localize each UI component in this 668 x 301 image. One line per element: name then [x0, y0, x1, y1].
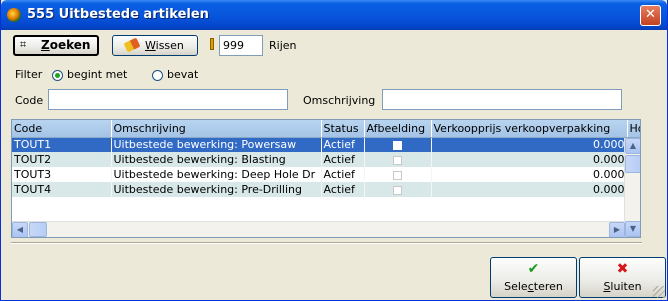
- filter-starts-label: begint met: [67, 68, 128, 81]
- image-checkbox[interactable]: [393, 140, 402, 150]
- scroll-down-arrow-icon[interactable]: ▼: [625, 221, 640, 237]
- description-label: Omschrijving: [303, 94, 376, 107]
- cell-code: TOUT3: [12, 167, 112, 182]
- table-row[interactable]: TOUT2 Uitbestede bewerking: Blasting Act…: [12, 152, 640, 167]
- cell-code: TOUT4: [12, 182, 112, 197]
- window-title: 555 Uitbestede artikelen: [27, 7, 209, 22]
- column-header-image[interactable]: Afbeelding: [364, 120, 432, 138]
- search-button-label-accel: Z: [41, 38, 50, 52]
- table-row[interactable]: TOUT1 Uitbestede bewerking: Powersaw Act…: [12, 137, 640, 152]
- dialog-window: 555 Uitbestede artikelen ✕ ⌗ Zoeken Wiss…: [0, 0, 668, 301]
- cell-code: TOUT2: [12, 152, 112, 167]
- cell-price: 0.000: [431, 152, 628, 167]
- image-checkbox[interactable]: [393, 185, 402, 195]
- clear-button-label-post: issen: [155, 39, 184, 52]
- column-header-main[interactable]: Hoofd: [627, 120, 640, 138]
- cell-description: Uitbestede bewerking: Blasting: [111, 152, 322, 167]
- clear-button[interactable]: Wissen: [112, 35, 198, 56]
- select-button[interactable]: ✔ Selecteren: [490, 257, 577, 298]
- title-bar[interactable]: 555 Uitbestede artikelen ✕: [1, 0, 667, 30]
- scroll-up-arrow-icon[interactable]: ▲: [625, 138, 640, 154]
- cell-description: Uitbestede bewerking: Powersaw: [111, 137, 322, 152]
- vertical-scroll-thumb[interactable]: [625, 155, 640, 173]
- cell-description: Uitbestede bewerking: Deep Hole Dr: [111, 167, 322, 182]
- column-header-price[interactable]: Verkoopprijs verkoopverpakking: [431, 120, 628, 138]
- window-close-button[interactable]: ✕: [640, 5, 661, 26]
- cell-price: 0.000: [431, 167, 628, 182]
- close-icon: ✕: [645, 7, 656, 22]
- cell-image: [364, 182, 432, 197]
- horizontal-scrollbar[interactable]: ◀ ▶: [12, 221, 625, 237]
- divider: [11, 242, 642, 244]
- filter-starts-radio[interactable]: [52, 70, 63, 81]
- cell-image: [364, 152, 432, 167]
- binoculars-icon: ⌗: [20, 38, 27, 51]
- eraser-icon: [123, 37, 141, 53]
- image-checkbox[interactable]: [393, 170, 402, 180]
- green-check-icon: ✔: [527, 261, 540, 277]
- cell-status: Actief: [321, 152, 365, 167]
- filter-contains-radio[interactable]: [152, 70, 163, 81]
- cell-status: Actief: [321, 167, 365, 182]
- search-button[interactable]: ⌗ Zoeken: [13, 35, 99, 56]
- grid-header-row: Code Omschrijving Status Afbeelding Verk…: [12, 120, 640, 138]
- cell-description: Uitbestede bewerking: Pre-Drilling: [111, 182, 322, 197]
- rows-label: Rijen: [269, 39, 297, 52]
- scroll-left-arrow-icon[interactable]: ◀: [12, 222, 28, 237]
- rows-marker-icon: [210, 38, 214, 50]
- cell-price: 0.000: [431, 182, 628, 197]
- select-button-label-post: teren: [533, 280, 563, 293]
- vertical-scrollbar[interactable]: ▲ ▼: [624, 138, 640, 237]
- table-row[interactable]: TOUT3 Uitbestede bewerking: Deep Hole Dr…: [12, 167, 640, 182]
- cell-status: Actief: [321, 182, 365, 197]
- results-grid[interactable]: Code Omschrijving Status Afbeelding Verk…: [11, 119, 641, 238]
- column-header-description[interactable]: Omschrijving: [111, 120, 322, 138]
- column-header-status[interactable]: Status: [321, 120, 365, 138]
- description-field[interactable]: [382, 89, 622, 110]
- search-button-label-post: oeken: [49, 38, 91, 52]
- image-checkbox[interactable]: [393, 155, 402, 165]
- table-row[interactable]: TOUT4 Uitbestede bewerking: Pre-Drilling…: [12, 182, 640, 197]
- app-globe-icon: [7, 8, 21, 22]
- cell-image: [364, 167, 432, 182]
- column-header-code[interactable]: Code: [12, 120, 112, 138]
- cell-price: 0.000: [431, 137, 628, 152]
- resize-grip[interactable]: [653, 286, 665, 298]
- code-field[interactable]: [48, 89, 288, 110]
- select-button-label-pre: Sele: [504, 280, 528, 293]
- cell-image: [364, 137, 432, 152]
- code-label: Code: [15, 94, 44, 107]
- red-x-icon: ✖: [616, 261, 629, 277]
- scroll-right-arrow-icon[interactable]: ▶: [609, 222, 625, 237]
- cell-status: Actief: [321, 137, 365, 152]
- filter-label: Filter: [15, 68, 43, 81]
- close-button-label-post: luiten: [610, 280, 642, 293]
- clear-button-label-accel: W: [145, 39, 156, 52]
- horizontal-scroll-thumb[interactable]: [29, 222, 47, 237]
- rows-input[interactable]: 999: [219, 35, 263, 56]
- filter-contains-label: bevat: [167, 68, 199, 81]
- cell-code: TOUT1: [12, 137, 112, 152]
